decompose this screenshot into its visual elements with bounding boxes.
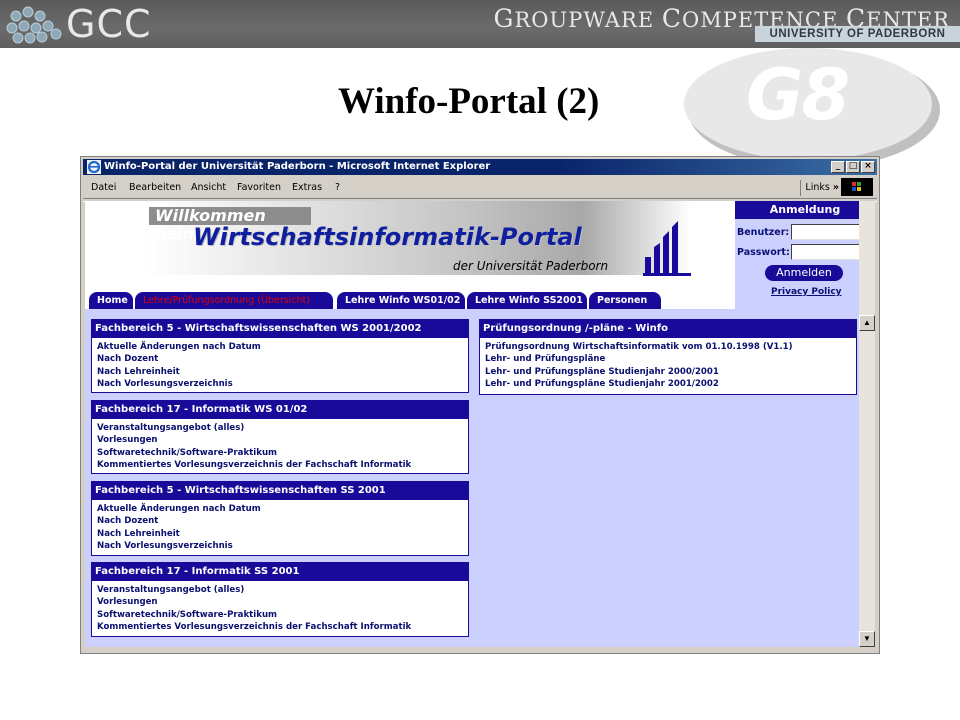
- password-field[interactable]: [791, 244, 859, 260]
- list-item-link[interactable]: Nach Dozent: [97, 515, 468, 527]
- list-item-link[interactable]: Aktuelle Änderungen nach Datum: [97, 341, 468, 353]
- list-item-link[interactable]: Nach Vorlesungsverzeichnis: [97, 378, 468, 390]
- list-item-link[interactable]: Vorlesungen: [97, 434, 468, 446]
- login-button[interactable]: Anmelden: [765, 265, 843, 281]
- box-fb5-ss2001: Fachbereich 5 - Wirtschaftswissenschafte…: [91, 481, 469, 556]
- list-item-link[interactable]: Nach Vorlesungsverzeichnis: [97, 540, 468, 552]
- tab-lehre-winfo-ws0102[interactable]: Lehre Winfo WS01/02: [337, 292, 465, 309]
- g8-badge-text: G8: [746, 54, 850, 136]
- portal-title: Wirtschaftsinformatik-Portal: [193, 223, 582, 251]
- tab-lehre-winfo-ss2001[interactable]: Lehre Winfo SS2001: [467, 292, 587, 309]
- nav-tabs: Home Lehre/Prüfungsordnung (Übersicht) L…: [85, 291, 735, 309]
- list-item-link[interactable]: Lehr- und Prüfungspläne Studienjahr 2000…: [485, 366, 856, 378]
- list-item-link[interactable]: Softwaretechnik/Software-Praktikum: [97, 447, 468, 459]
- menu-help[interactable]: ?: [335, 182, 340, 193]
- username-label: Benutzer:: [737, 227, 790, 238]
- list-item-link[interactable]: Softwaretechnik/Software-Praktikum: [97, 609, 468, 621]
- minimize-button[interactable]: _: [831, 161, 845, 173]
- list-item-link[interactable]: Nach Lehreinheit: [97, 528, 468, 540]
- list-item-link[interactable]: Lehr- und Prüfungspläne Studienjahr 2001…: [485, 378, 856, 390]
- list-item-link[interactable]: Prüfungsordnung Wirtschaftsinformatik vo…: [485, 341, 856, 353]
- vertical-scrollbar[interactable]: ▲ ▼: [859, 201, 875, 647]
- menu-bearbeiten[interactable]: Bearbeiten: [129, 182, 181, 193]
- gcc-logo-text: GCC: [66, 2, 152, 46]
- window-titlebar[interactable]: Winfo-Portal der Universität Paderborn -…: [83, 159, 877, 175]
- header-subtitle: UNIVERSITY OF PADERBORN: [755, 26, 960, 42]
- list-item-link[interactable]: Kommentiertes Vorlesungsverzeichnis der …: [97, 459, 468, 471]
- list-item-link[interactable]: Nach Dozent: [97, 353, 468, 365]
- list-item-link[interactable]: Veranstaltungsangebot (alles): [97, 422, 468, 434]
- menu-favoriten[interactable]: Favoriten: [237, 182, 281, 193]
- box-title: Fachbereich 5 - Wirtschaftswissenschafte…: [92, 320, 468, 338]
- slide-header-banner: GCC GROUPWARE COMPETENCE CENTER UNIVERSI…: [0, 0, 960, 48]
- box-title: Fachbereich 17 - Informatik SS 2001: [92, 563, 468, 581]
- scroll-up-button[interactable]: ▲: [859, 315, 875, 331]
- tab-lehre-pruefungsordnung[interactable]: Lehre/Prüfungsordnung (Übersicht): [135, 292, 333, 309]
- password-label: Passwort:: [737, 247, 790, 258]
- login-heading: Anmeldung: [735, 201, 859, 219]
- scroll-down-button[interactable]: ▼: [859, 631, 875, 647]
- box-title: Fachbereich 17 - Informatik WS 01/02: [92, 401, 468, 419]
- slide-title: Winfo-Portal (2): [338, 81, 600, 122]
- box-fb5-ws0102: Fachbereich 5 - Wirtschaftswissenschafte…: [91, 319, 469, 393]
- university-subtitle: der Universität Paderborn: [453, 259, 609, 273]
- list-item-link[interactable]: Lehr- und Prüfungspläne: [485, 353, 856, 365]
- links-toolbar[interactable]: Links »: [800, 180, 839, 196]
- page-content: Willkommen beim Wirtschaftsinformatik-Po…: [85, 201, 859, 647]
- list-item-link[interactable]: Vorlesungen: [97, 596, 468, 608]
- menu-datei[interactable]: Datei: [91, 182, 116, 193]
- username-field[interactable]: [791, 224, 859, 240]
- close-button[interactable]: ×: [861, 161, 875, 173]
- box-fb17-ss2001: Fachbereich 17 - Informatik SS 2001 Vera…: [91, 562, 469, 637]
- list-item-link[interactable]: Nach Lehreinheit: [97, 366, 468, 378]
- privacy-policy-link[interactable]: Privacy Policy: [771, 287, 842, 297]
- list-item-link[interactable]: Kommentiertes Vorlesungsverzeichnis der …: [97, 621, 468, 633]
- window-title: Winfo-Portal der Universität Paderborn -…: [104, 161, 491, 172]
- windows-logo-icon: [841, 178, 873, 196]
- tab-home[interactable]: Home: [89, 292, 133, 309]
- list-item-link[interactable]: Aktuelle Änderungen nach Datum: [97, 503, 468, 515]
- box-title: Fachbereich 5 - Wirtschaftswissenschafte…: [92, 482, 468, 500]
- list-item-link[interactable]: Veranstaltungsangebot (alles): [97, 584, 468, 596]
- university-logo-icon: [643, 221, 691, 276]
- maximize-button[interactable]: □: [846, 161, 860, 173]
- browser-window: Winfo-Portal der Universität Paderborn -…: [80, 156, 880, 654]
- box-fb17-ws0102: Fachbereich 17 - Informatik WS 01/02 Ver…: [91, 400, 469, 474]
- menu-ansicht[interactable]: Ansicht: [191, 182, 226, 193]
- login-panel: Anmeldung Benutzer: Passwort: Anmelden P…: [735, 201, 859, 309]
- internet-explorer-icon: [87, 160, 101, 174]
- box-title: Prüfungsordnung /-pläne - Winfo: [480, 320, 856, 338]
- menu-bar: Datei Bearbeiten Ansicht Favoriten Extra…: [83, 177, 877, 197]
- menu-extras[interactable]: Extras: [292, 182, 322, 193]
- tab-personen[interactable]: Personen: [589, 292, 661, 309]
- box-pruefungsordnung: Prüfungsordnung /-pläne - Winfo Prüfungs…: [479, 319, 857, 395]
